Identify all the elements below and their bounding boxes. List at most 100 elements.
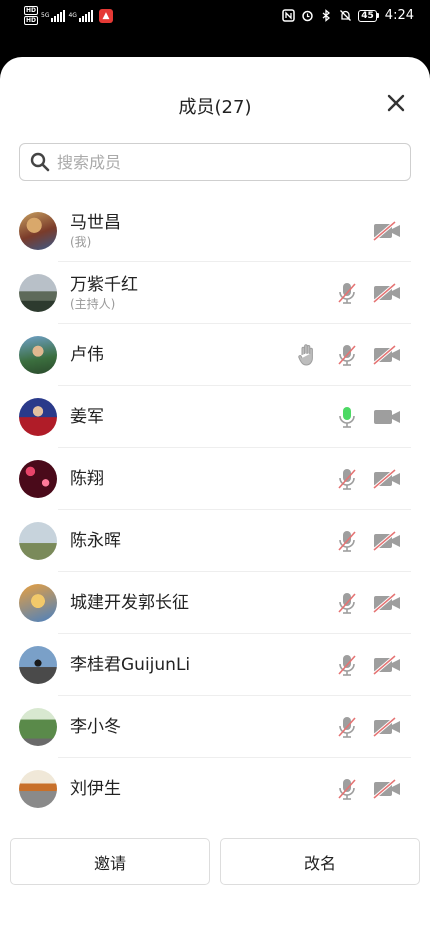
member-role: (主持人) <box>70 297 116 311</box>
search-icon <box>30 152 50 172</box>
status-right: 45 4:24 <box>282 8 414 23</box>
clock: 4:24 <box>384 8 414 23</box>
member-role: (我) <box>70 235 92 249</box>
member-info: 陈翔 <box>70 448 104 510</box>
invite-button[interactable]: 邀请 <box>10 838 210 885</box>
member-status-icons <box>292 343 402 367</box>
microphone-muted-icon <box>338 593 356 614</box>
mic-status <box>332 281 362 305</box>
avatar <box>19 646 57 684</box>
member-info: 姜军 <box>70 386 104 448</box>
avatar <box>19 274 57 312</box>
avatar <box>19 708 57 746</box>
member-name: 万紫千红 <box>70 275 138 295</box>
avatar <box>19 522 57 560</box>
avatar <box>19 584 57 622</box>
camera-off-icon <box>373 531 400 551</box>
member-name: 陈永晖 <box>70 531 121 551</box>
member-info: 万紫千红 (主持人) <box>70 262 138 324</box>
rename-button[interactable]: 改名 <box>220 838 420 885</box>
member-row[interactable]: 卢伟 <box>0 324 430 386</box>
microphone-muted-icon <box>338 345 356 366</box>
signal-icon <box>51 9 66 22</box>
member-name: 姜军 <box>70 407 104 427</box>
member-row[interactable]: 城建开发郭长征 <box>0 572 430 634</box>
member-row[interactable]: 万紫千红 (主持人) <box>0 262 430 324</box>
mic-status <box>332 591 362 615</box>
mic-status <box>332 715 362 739</box>
status-bar: HD HD 5G 4G ▲ 45 4:24 <box>0 0 430 34</box>
member-row[interactable]: 陈永晖 <box>0 510 430 572</box>
nfc-icon <box>282 9 296 22</box>
hd-label-2: HD <box>24 16 39 25</box>
member-row[interactable]: 刘伊生 <box>0 758 430 820</box>
member-list: 马世昌 (我) 万紫千红 (主持人) 卢伟姜军陈翔陈永晖城建开发郭长征 李桂君Guijun… <box>0 200 430 820</box>
microphone-muted-icon <box>338 717 356 738</box>
camera-status <box>372 653 402 677</box>
mic-status <box>332 405 362 429</box>
member-name: 李小冬 <box>70 717 121 737</box>
member-row[interactable]: 马世昌 (我) <box>0 200 430 262</box>
member-status-icons <box>332 405 402 429</box>
camera-icon <box>374 410 400 424</box>
member-status-icons <box>332 715 402 739</box>
member-row[interactable]: 陈翔 <box>0 448 430 510</box>
search-input[interactable] <box>57 152 377 172</box>
close-icon[interactable] <box>384 91 408 115</box>
member-row[interactable]: 李小冬 <box>0 696 430 758</box>
avatar <box>19 460 57 498</box>
mute-bell-icon <box>340 10 352 21</box>
member-info: 城建开发郭长征 <box>70 572 189 634</box>
member-info: 陈永晖 <box>70 510 121 572</box>
member-info: 刘伊生 <box>70 758 121 820</box>
raise-hand-status <box>292 343 322 367</box>
member-status-icons <box>332 653 402 677</box>
member-name: 刘伊生 <box>70 779 121 799</box>
camera-off-icon <box>373 345 400 365</box>
microphone-icon <box>339 407 355 428</box>
member-name: 卢伟 <box>70 345 104 365</box>
avatar <box>19 212 57 250</box>
camera-off-icon <box>373 221 400 241</box>
member-name: 陈翔 <box>70 469 104 489</box>
camera-off-icon <box>373 655 400 675</box>
network-type-2: 4G <box>68 12 77 19</box>
mic-status <box>332 653 362 677</box>
raise-hand-icon <box>298 344 313 366</box>
hd-indicator: HD HD <box>24 6 39 25</box>
page-title: 成员(27) <box>178 97 252 118</box>
avatar <box>19 398 57 436</box>
search-box[interactable] <box>19 143 411 181</box>
mic-status <box>332 343 362 367</box>
camera-status <box>372 343 402 367</box>
camera-status <box>372 777 402 801</box>
member-name: 李桂君GuijunLi <box>70 655 191 675</box>
bluetooth-icon <box>322 9 331 22</box>
member-status-icons <box>332 467 402 491</box>
camera-status <box>372 467 402 491</box>
member-name: 马世昌 <box>70 213 121 233</box>
members-sheet: 成员(27) 马世昌 (我) 万紫千红 (主持人) 卢伟姜军陈翔陈永晖城建开发郭长征李桂… <box>0 57 430 931</box>
camera-off-icon <box>373 469 400 489</box>
member-status-icons <box>372 219 402 243</box>
alarm-icon <box>302 10 314 22</box>
microphone-muted-icon <box>338 283 356 304</box>
camera-status <box>372 405 402 429</box>
camera-status <box>372 529 402 553</box>
member-info: 马世昌 (我) <box>70 200 121 262</box>
microphone-muted-icon <box>338 655 356 676</box>
mic-status <box>332 529 362 553</box>
network-type-1: 5G <box>41 12 50 19</box>
camera-status <box>372 591 402 615</box>
camera-off-icon <box>373 593 400 613</box>
member-name: 城建开发郭长征 <box>70 593 189 613</box>
battery-level: 45 <box>358 9 377 22</box>
member-status-icons <box>332 529 402 553</box>
camera-status <box>372 219 402 243</box>
member-row[interactable]: 李桂君GuijunLi <box>0 634 430 696</box>
avatar <box>19 336 57 374</box>
member-info: 李桂君GuijunLi <box>70 634 190 696</box>
member-row[interactable]: 姜军 <box>0 386 430 448</box>
member-status-icons <box>332 281 402 305</box>
hd-label-1: HD <box>24 6 39 15</box>
